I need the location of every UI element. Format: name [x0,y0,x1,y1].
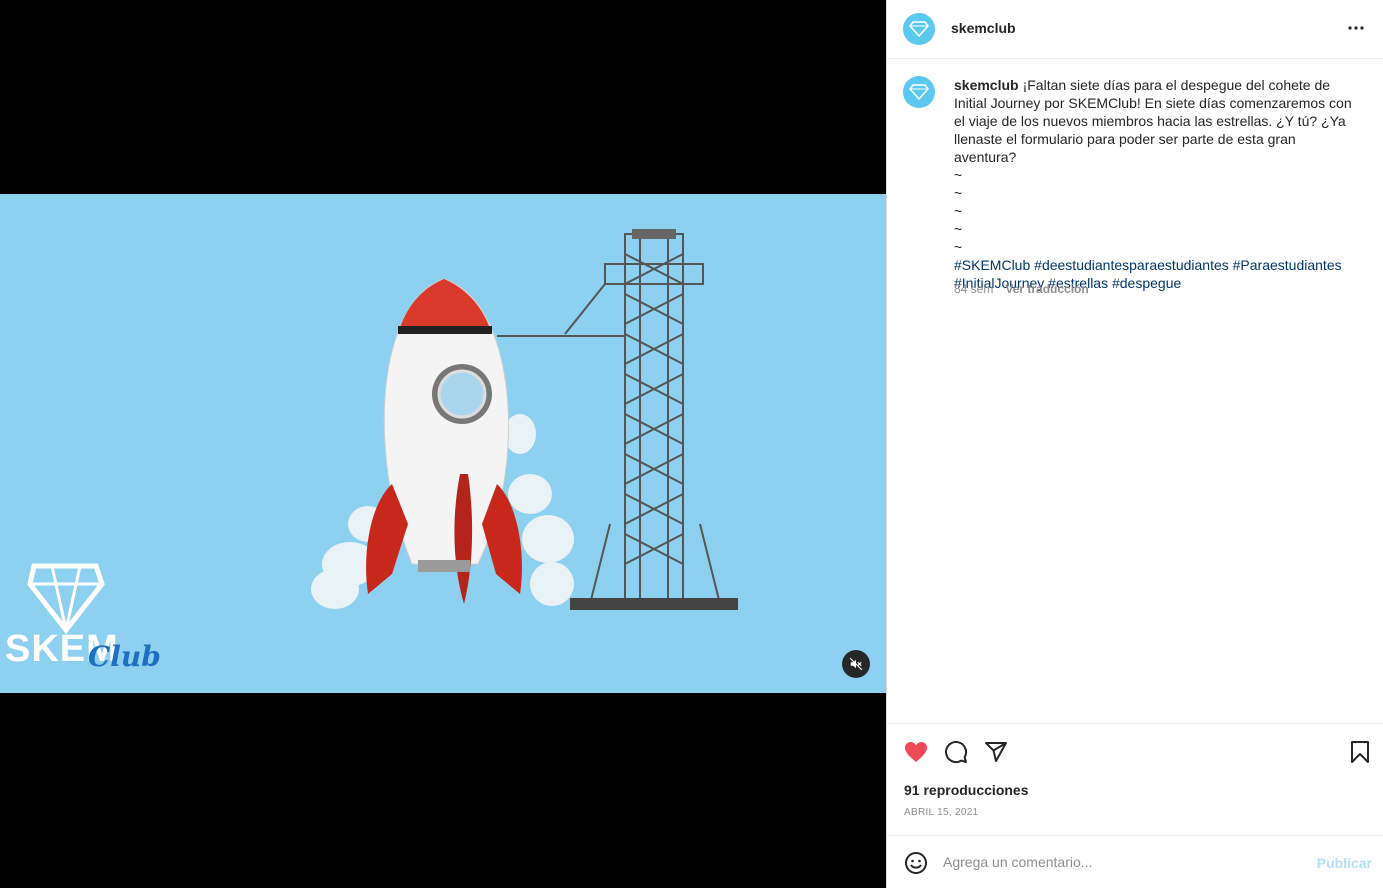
action-bar: 91 reproducciones ABRIL 15, 2021 [887,723,1383,835]
caption-tilde: ~ [954,221,963,237]
like-button[interactable] [903,739,929,765]
caption-meta: 84 sem Ver traducción [954,282,1089,296]
mute-icon [849,657,863,671]
caption-username[interactable]: skemclub [954,77,1019,93]
video-frame[interactable]: SKEM Club [0,194,886,693]
caption-tilde: ~ [954,203,963,219]
publish-button[interactable]: Publicar [1317,855,1372,871]
post-header: skemclub [887,0,1383,59]
save-button[interactable] [1347,739,1373,765]
hashtag-link[interactable]: #deestudiantesparaestudiantes [1034,257,1229,273]
hashtag-link[interactable]: #Paraestudiantes [1233,257,1342,273]
post-side-panel: skemclub skemclub ¡Faltan siete días para… [886,0,1383,888]
emoji-button[interactable] [904,851,928,875]
comment-button[interactable] [943,739,969,765]
bookmark-icon [1351,741,1369,763]
comment-box: Publicar [887,835,1383,888]
translate-link[interactable]: Ver traducción [1005,282,1088,296]
instagram-post-modal: SKEM Club skemclub skemclub ¡Faltan siet… [0,0,1383,888]
hashtag-link[interactable]: #despegue [1112,275,1181,291]
header-username[interactable]: skemclub [951,20,1016,36]
caption-tilde: ~ [954,185,963,201]
video-still [0,194,886,693]
emoji-icon [905,852,927,874]
diamond-avatar-icon [909,21,929,37]
mute-toggle-button[interactable] [842,650,870,678]
diamond-avatar-icon [909,84,929,100]
caption-tilde: ~ [954,239,963,255]
post-date: ABRIL 15, 2021 [904,807,979,818]
media-panel: SKEM Club [0,0,886,888]
logo-script: Club [88,640,161,673]
more-options-button[interactable] [1344,16,1368,40]
caption-tilde: ~ [954,167,963,183]
more-options-icon [1348,26,1364,30]
share-button[interactable] [983,739,1009,765]
post-age[interactable]: 84 sem [954,282,993,296]
avatar[interactable] [903,13,935,45]
post-caption: skemclub ¡Faltan siete días para el despe… [954,76,1354,292]
comment-icon [945,741,968,764]
hashtag-link[interactable]: #SKEMClub [954,257,1030,273]
heart-icon [905,742,927,762]
caption-avatar[interactable] [903,76,935,108]
comment-input[interactable] [943,850,1303,874]
view-count[interactable]: 91 reproducciones [904,782,1029,798]
share-icon [985,742,1007,762]
